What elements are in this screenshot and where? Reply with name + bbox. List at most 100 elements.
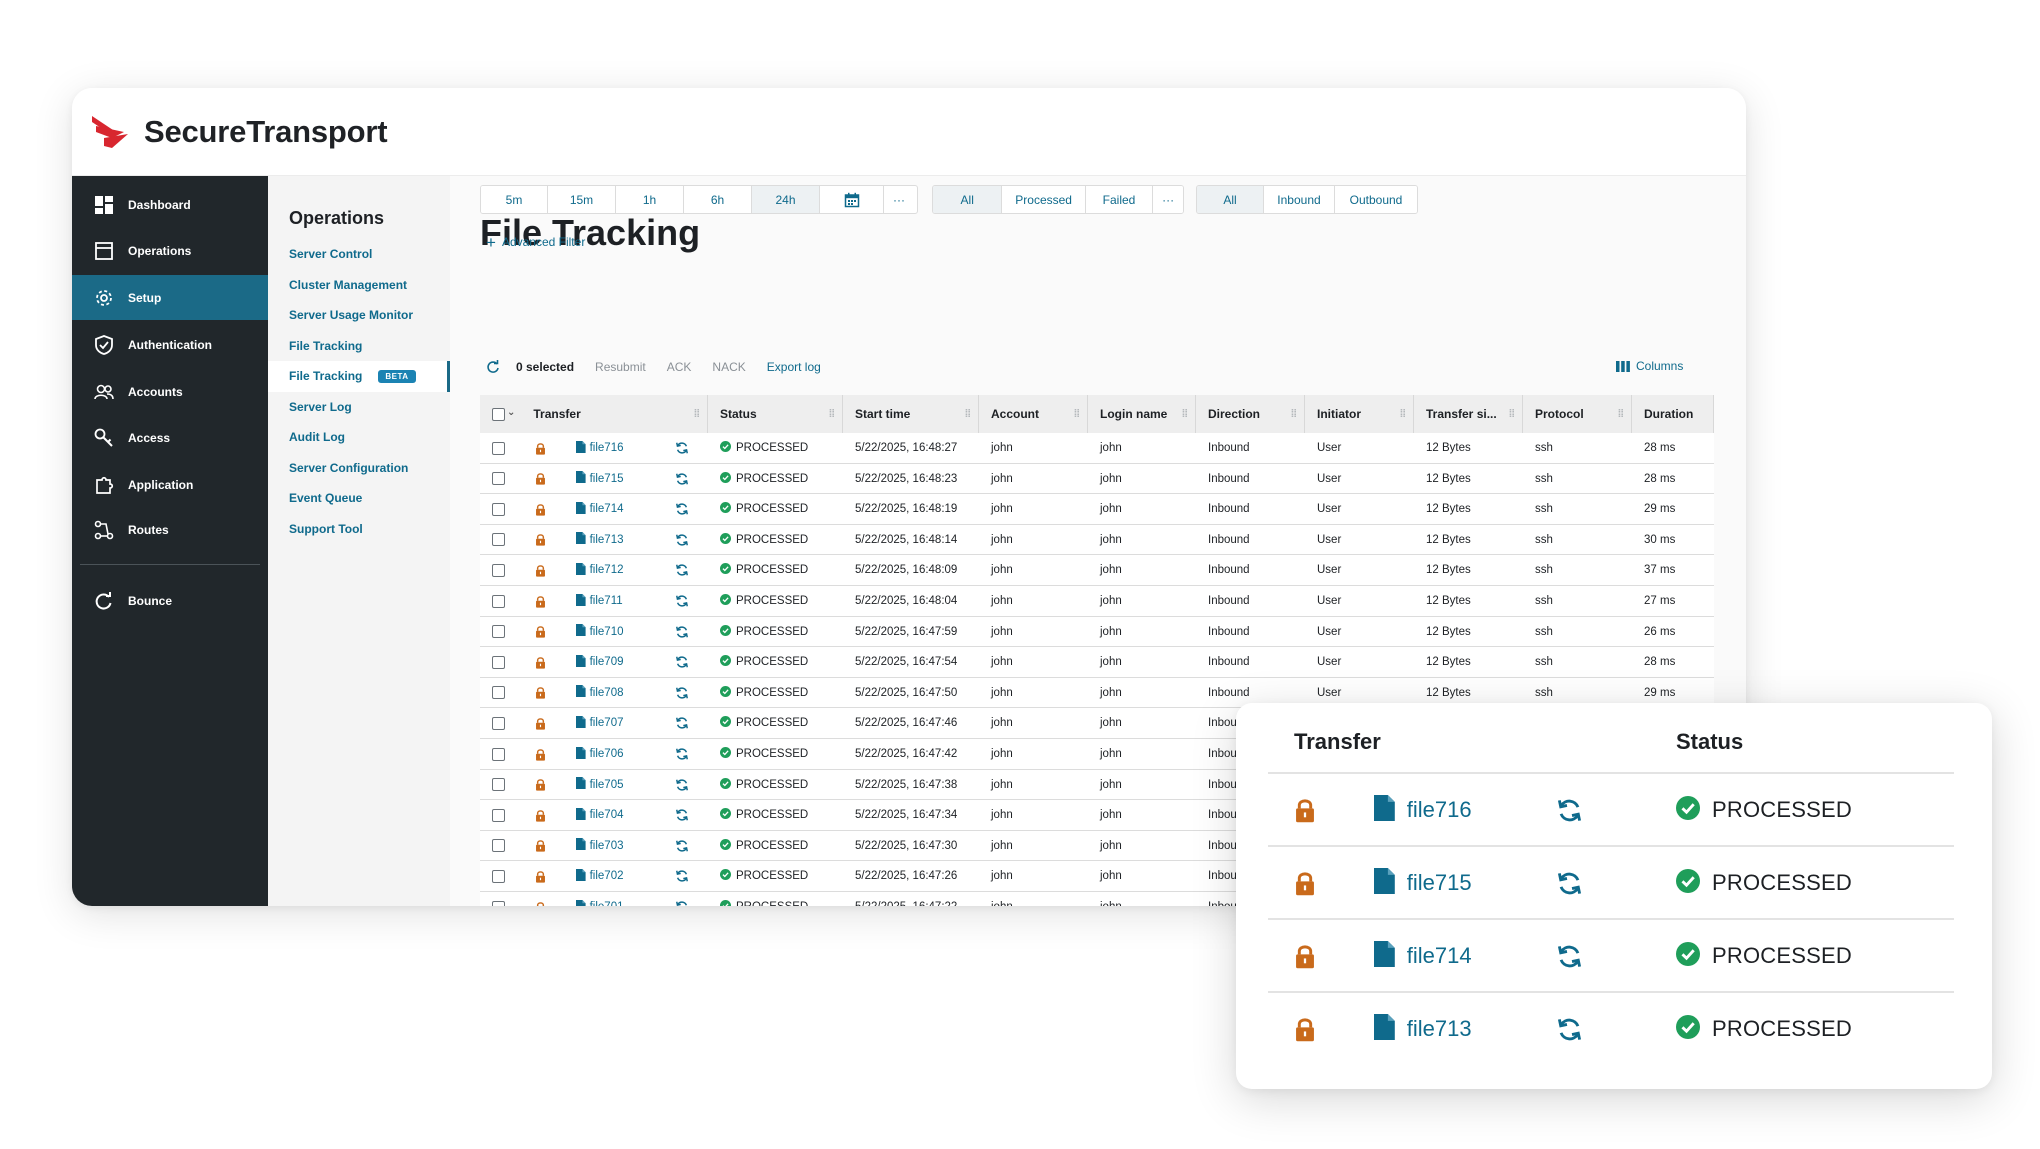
refresh-icon[interactable] [486,360,500,374]
table-row[interactable]: file710 PROCESSED 5/22/2025, 16:47:59 john j… [480,616,1714,648]
file-link[interactable]: file713 [1407,1016,1472,1042]
row-checkbox[interactable] [492,502,505,516]
sync-icon[interactable] [1556,993,1583,1065]
sync-icon[interactable] [675,708,689,738]
column-header-protocol[interactable]: Protocol ⁞⁞ [1523,395,1632,433]
file-link[interactable]: file715 [590,473,624,485]
row-checkbox[interactable] [492,839,505,853]
file-link[interactable]: file716 [1407,797,1472,823]
sync-icon[interactable] [675,800,689,830]
row-checkbox[interactable] [492,778,505,792]
file-link[interactable]: file713 [590,534,624,546]
drag-handle-icon[interactable]: ⁞⁞ [965,408,971,420]
nav-item-setup[interactable]: Setup [72,275,268,320]
nav-item-dashboard[interactable]: Dashboard [72,182,268,227]
sync-icon[interactable] [675,739,689,769]
table-row[interactable]: file711 PROCESSED 5/22/2025, 16:48:04 john j… [480,586,1714,617]
sync-icon[interactable] [1556,920,1583,992]
time-option-1h[interactable]: 1h [616,186,684,213]
row-checkbox[interactable] [492,563,505,577]
nav-item-routes[interactable]: Routes [72,508,268,552]
drag-handle-icon[interactable]: ⁞⁞ [1182,408,1188,420]
nav-item-authentication[interactable]: Authentication [72,320,268,369]
drag-handle-icon[interactable]: ⁞⁞ [1291,408,1297,420]
row-checkbox[interactable] [492,655,505,669]
sync-icon[interactable] [675,555,689,585]
row-checkbox[interactable] [492,441,505,455]
drag-handle-icon[interactable]: ⁞⁞ [1618,408,1624,420]
sync-icon[interactable] [675,464,689,494]
time-option-5m[interactable]: 5m [481,186,548,213]
ack-button[interactable]: ACK [667,360,692,374]
row-checkbox[interactable] [492,808,505,822]
zoom-row[interactable]: file713 PROCESSED [1268,993,1954,1065]
table-row[interactable]: file716 PROCESSED 5/22/2025, 16:48:27 john j… [480,433,1714,464]
status-option-all[interactable]: All [933,186,1003,213]
row-checkbox[interactable] [492,716,505,730]
row-checkbox[interactable] [492,594,505,608]
advanced-filter-button[interactable]: + Advanced Filter [486,232,585,252]
file-link[interactable]: file701 [590,901,624,906]
file-link[interactable]: file709 [590,656,624,668]
file-link[interactable]: file704 [590,809,624,821]
file-link[interactable]: file705 [590,779,624,791]
nav-item-accounts[interactable]: Accounts [72,369,268,415]
sync-icon[interactable] [675,494,689,524]
chevron-down-icon[interactable]: ⌄ [507,407,515,418]
dir-option-outbound[interactable]: Outbound [1335,186,1417,213]
dir-option-inbound[interactable]: Inbound [1264,186,1335,213]
nav-item-application[interactable]: Application [72,461,268,508]
zoom-row[interactable]: file715 PROCESSED [1268,847,1954,919]
status-option-failed[interactable]: Failed [1085,186,1154,213]
sync-icon[interactable] [1556,847,1583,919]
drag-handle-icon[interactable]: ⁞⁞ [694,408,700,420]
column-header-status[interactable]: Status ⁞⁞ [708,395,843,433]
file-link[interactable]: file714 [590,503,624,515]
subnav-item-file-tracking[interactable]: File Tracking [268,331,450,362]
drag-handle-icon[interactable]: ⁞⁞ [1509,408,1515,420]
subnav-item-server-log[interactable]: Server Log [268,392,450,423]
file-link[interactable]: file712 [590,564,624,576]
column-header-duration[interactable]: Duration [1632,395,1714,433]
subnav-item-file-tracking-beta[interactable]: File Tracking BETA [268,361,450,392]
column-header-transfer-size[interactable]: Transfer si... ⁞⁞ [1414,395,1523,433]
column-header-account[interactable]: Account ⁞⁞ [979,395,1088,433]
time-option-15m[interactable]: 15m [548,186,616,213]
file-link[interactable]: file702 [590,870,624,882]
columns-button[interactable]: Columns [1616,359,1683,373]
zoom-row[interactable]: file716 PROCESSED [1268,774,1954,846]
status-option-processed[interactable]: Processed [1002,186,1086,213]
file-link[interactable]: file706 [590,748,624,760]
nav-item-operations[interactable]: Operations [72,227,268,275]
file-link[interactable]: file710 [590,626,624,638]
calendar-icon[interactable] [820,186,884,213]
column-header-direction[interactable]: Direction ⁞⁞ [1196,395,1305,433]
column-header-login-name[interactable]: Login name ⁞⁞ [1088,395,1196,433]
sync-icon[interactable] [675,770,689,800]
file-link[interactable]: file707 [590,717,624,729]
drag-handle-icon[interactable]: ⁞⁞ [829,408,835,420]
sync-icon[interactable] [675,617,689,647]
sync-icon[interactable] [675,586,689,616]
subnav-item-event-queue[interactable]: Event Queue [268,483,450,514]
more-options-button[interactable]: ··· [884,186,914,213]
sync-icon[interactable] [675,647,689,677]
table-row[interactable]: file709 PROCESSED 5/22/2025, 16:47:54 john j… [480,647,1714,678]
time-option-24h[interactable]: 24h [752,186,820,213]
subnav-item-server-configuration[interactable]: Server Configuration [268,453,450,484]
column-header-transfer[interactable]: ⌄ Transfer ⁞⁞ [480,395,708,433]
sync-icon[interactable] [675,892,689,906]
resubmit-button[interactable]: Resubmit [595,360,646,374]
dir-option-all[interactable]: All [1197,186,1264,213]
row-checkbox[interactable] [492,533,505,547]
sync-icon[interactable] [675,831,689,861]
file-link[interactable]: file716 [590,442,624,454]
sync-icon[interactable] [675,525,689,555]
row-checkbox[interactable] [492,747,505,761]
time-option-6h[interactable]: 6h [684,186,752,213]
file-link[interactable]: file715 [1407,870,1472,896]
file-link[interactable]: file711 [590,595,623,607]
zoom-row[interactable]: file714 PROCESSED [1268,920,1954,992]
row-checkbox[interactable] [492,472,505,486]
subnav-item-server-control[interactable]: Server Control [268,239,450,270]
